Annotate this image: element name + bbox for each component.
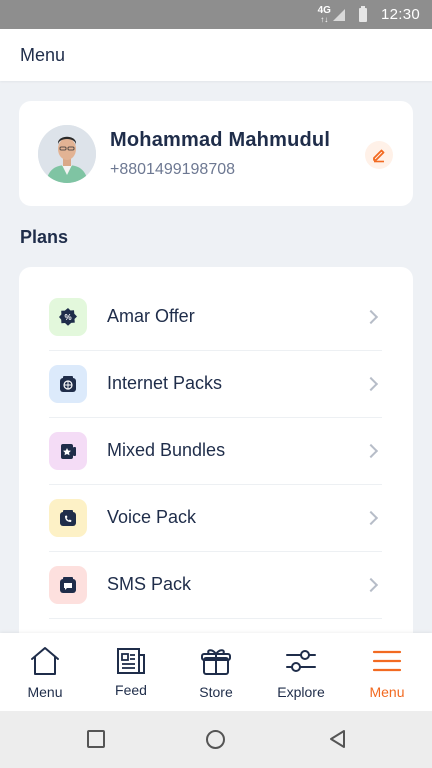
feed-icon [116,645,146,677]
plan-item-mixed-bundles[interactable]: Mixed Bundles [49,417,382,485]
chevron-right-icon [363,510,379,525]
menu-hamburger-icon [372,645,402,677]
nav-explore[interactable]: Explore [258,633,344,711]
app-header: Menu [0,29,432,81]
back-button[interactable] [328,729,348,754]
profile-name: Mohammad Mahmudul [110,128,331,151]
nav-home[interactable]: Menu [2,633,88,711]
plan-item-internet-packs[interactable]: Internet Packs [49,350,382,418]
profile-card[interactable]: Mohammad Mahmudul +8801499198708 [19,101,413,206]
voice-icon [49,498,87,537]
avatar [38,124,96,183]
bottom-navigation: Menu Feed Store Explore Menu [0,633,432,711]
nav-label: Store [199,684,233,700]
network-indicator: 4G ↑↓ [317,4,331,24]
bundle-icon [49,431,87,470]
edit-profile-button[interactable] [365,141,393,169]
store-gift-icon [200,645,232,677]
plan-label: Voice Pack [107,507,197,527]
nav-store[interactable]: Store [173,633,259,711]
chevron-right-icon [363,309,379,324]
svg-text:%: % [64,313,71,322]
internet-icon [49,364,87,403]
nav-label: Explore [277,684,325,700]
chevron-right-icon [363,376,379,391]
status-bar: 4G ↑↓ 12:30 [0,0,432,29]
circle-icon [206,730,225,749]
sms-icon [49,565,87,604]
square-icon [87,730,105,748]
plan-item-sms-pack[interactable]: SMS Pack [49,551,382,619]
plan-label: SMS Pack [107,574,192,594]
plan-label: Amar Offer [107,306,195,326]
recents-button[interactable] [86,729,106,754]
home-icon [29,645,61,677]
back-triangle-icon [330,730,345,748]
plan-label: Mixed Bundles [107,440,226,460]
clock: 12:30 [380,6,420,23]
chevron-right-icon [363,577,379,592]
plans-section-title: Plans [20,227,69,247]
nav-label: Menu [27,684,63,700]
offer-icon: % [49,297,87,336]
pencil-icon [373,149,385,163]
page-title: Menu [20,44,66,65]
signal-icon [332,8,345,21]
plan-item-amar-offer[interactable]: % Amar Offer [49,283,382,351]
plan-label: Internet Packs [107,373,223,393]
system-navigation-bar [0,711,432,768]
nav-feed[interactable]: Feed [88,633,174,711]
chevron-right-icon [363,443,379,458]
battery-icon [358,5,367,22]
plan-item-voice-pack[interactable]: Voice Pack [49,484,382,552]
nav-menu[interactable]: Menu [344,633,430,711]
nav-label: Menu [369,684,405,700]
profile-phone: +8801499198708 [110,160,236,178]
home-system-button[interactable] [205,729,226,755]
nav-label: Feed [115,682,147,698]
explore-sliders-icon [285,645,317,677]
plans-card: % Amar Offer Internet Packs Mixed Bundle… [19,267,413,647]
